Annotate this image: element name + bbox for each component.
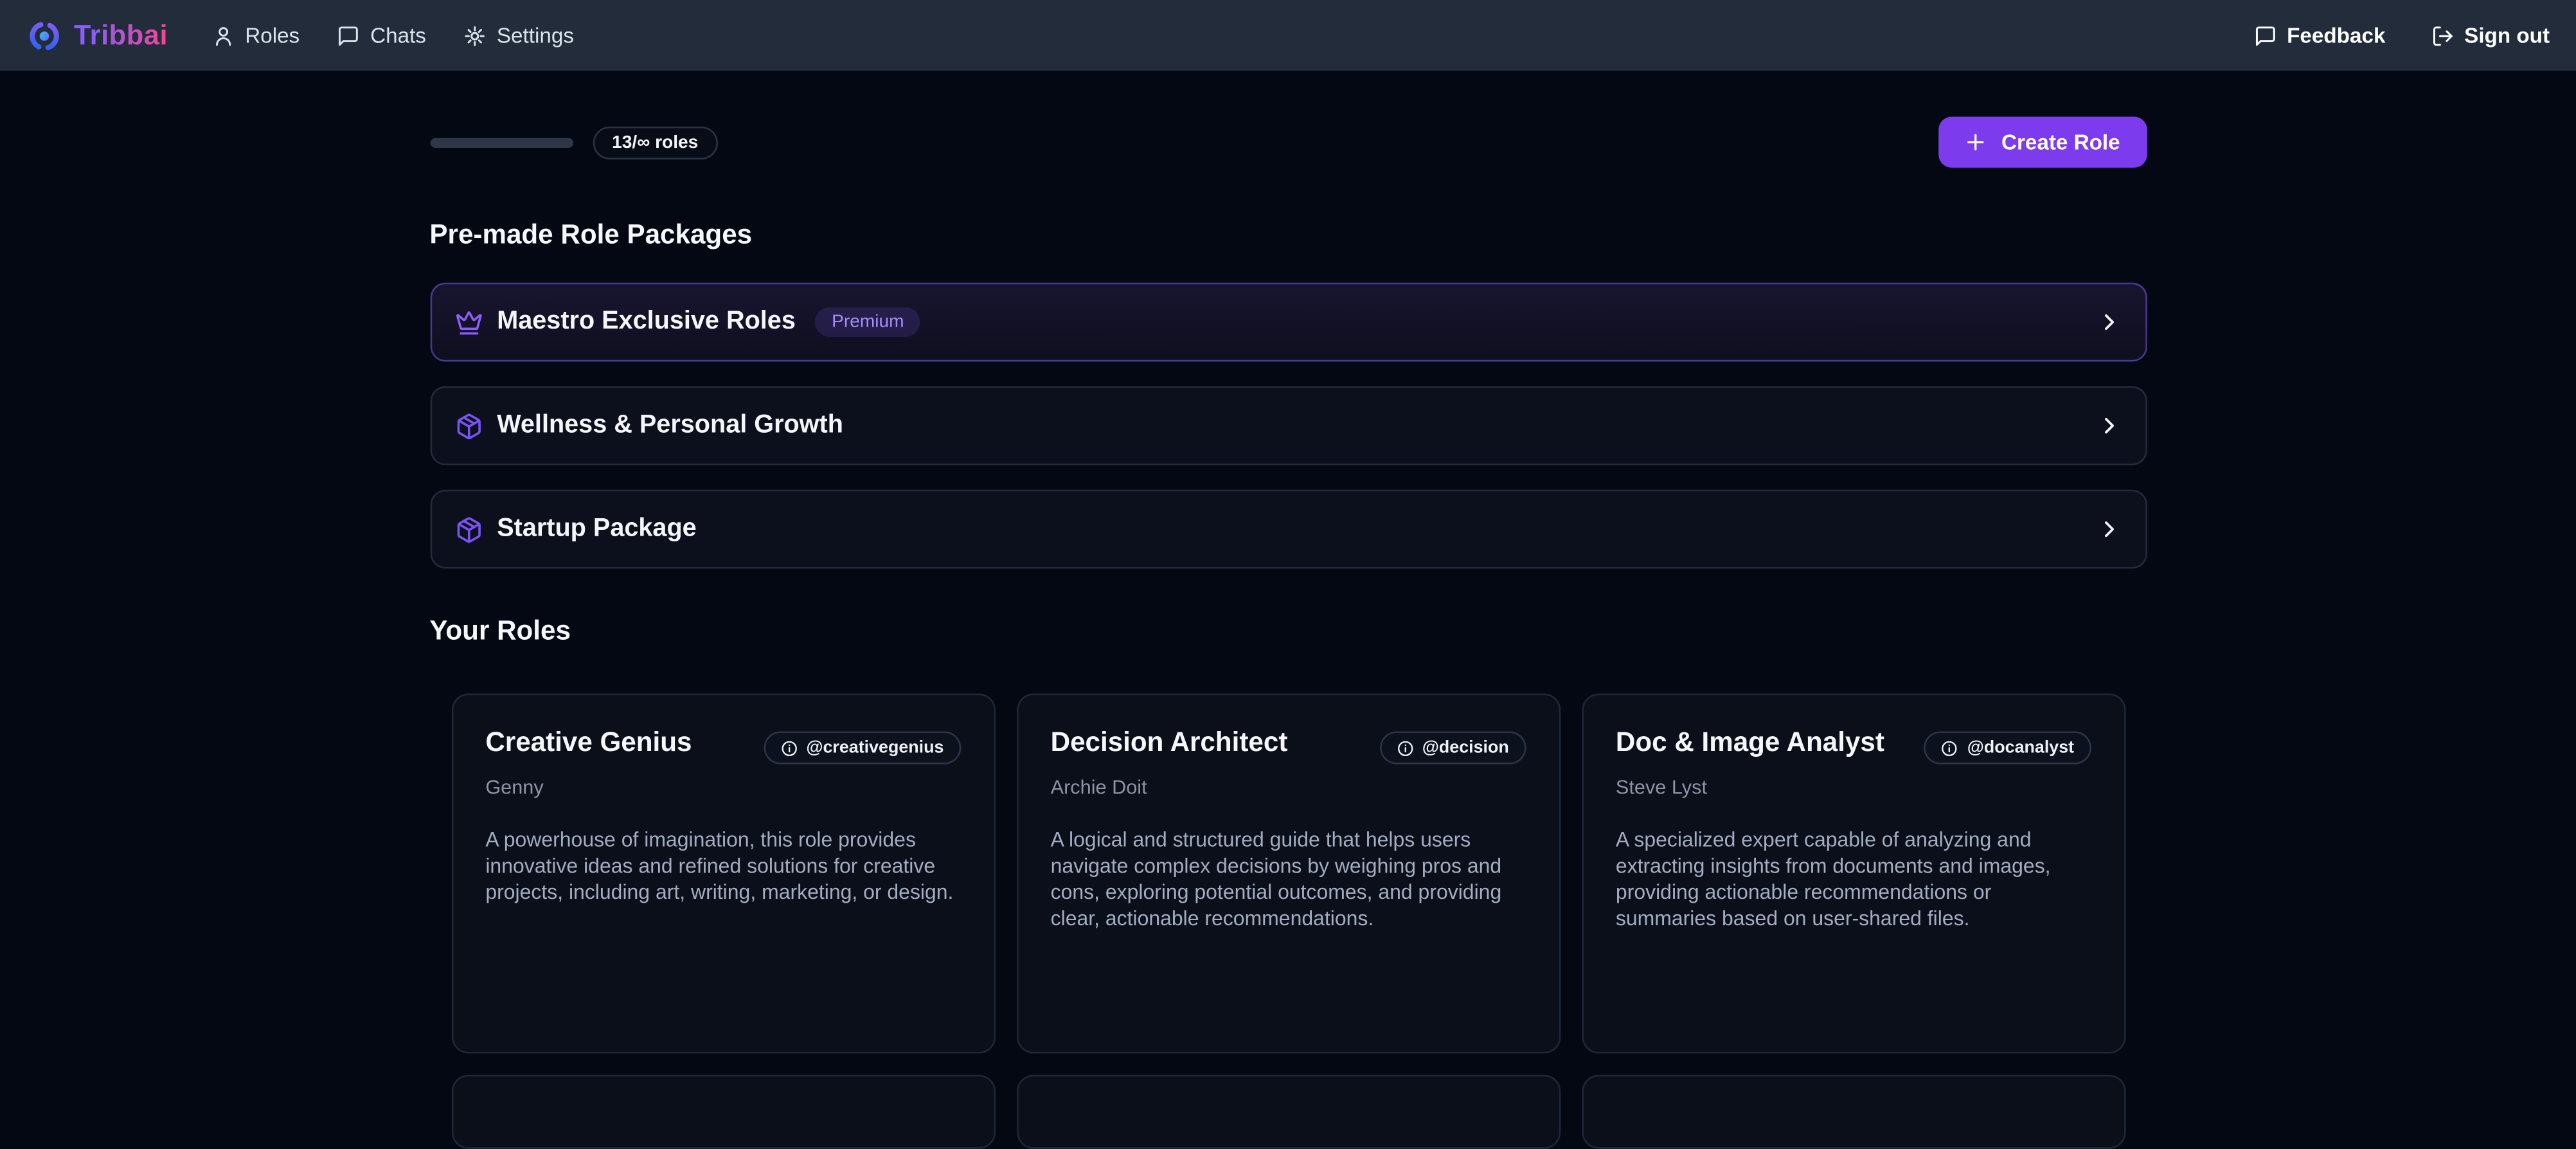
card-header: Doc & Image Analyst @docanalyst bbox=[1616, 728, 2091, 764]
package-label: Startup Package bbox=[497, 514, 696, 544]
user-icon bbox=[212, 24, 235, 47]
roles-count-badge: 13/∞ roles bbox=[592, 126, 718, 159]
role-handle: @docanalyst bbox=[1967, 738, 2074, 758]
package-label: Wellness & Personal Growth bbox=[497, 411, 843, 440]
sign-out-icon bbox=[2431, 24, 2455, 47]
role-card-doc-image-analyst[interactable]: Doc & Image Analyst @docanalyst Steve Ly… bbox=[1581, 694, 2125, 1054]
role-card-partial[interactable] bbox=[1581, 1075, 2125, 1149]
create-role-button[interactable]: Create Role bbox=[1939, 116, 2147, 167]
nav-left-group: Roles Chats Settings bbox=[212, 23, 574, 48]
info-icon bbox=[780, 739, 798, 757]
brand-name: Tribbai bbox=[74, 19, 168, 51]
plus-icon bbox=[1965, 131, 1987, 152]
package-row-startup[interactable]: Startup Package bbox=[429, 490, 2146, 569]
feedback-label: Feedback bbox=[2287, 23, 2385, 48]
role-handle: @decision bbox=[1422, 738, 1509, 758]
top-navbar: Tribbai Roles Chats bbox=[0, 0, 2576, 71]
role-description: A specialized expert capable of analyzin… bbox=[1616, 827, 2091, 932]
role-handle-badge[interactable]: @creativegenius bbox=[764, 731, 960, 764]
packages-section-title: Pre-made Role Packages bbox=[429, 221, 2146, 252]
sign-out-label: Sign out bbox=[2464, 23, 2550, 48]
nav-item-label: Chats bbox=[370, 23, 426, 48]
nav-item-chats[interactable]: Chats bbox=[337, 23, 426, 48]
premium-badge: Premium bbox=[816, 307, 921, 337]
role-title: Decision Architect bbox=[1051, 728, 1288, 759]
package-icon bbox=[454, 515, 482, 543]
package-row-maestro[interactable]: Maestro Exclusive Roles Premium bbox=[429, 283, 2146, 362]
role-card-creative-genius[interactable]: Creative Genius @creativegenius Genny A … bbox=[451, 694, 995, 1054]
nav-item-roles[interactable]: Roles bbox=[212, 23, 300, 48]
chat-bubble-icon bbox=[337, 24, 361, 47]
role-subtitle: Steve Lyst bbox=[1616, 775, 2091, 799]
role-card-decision-architect[interactable]: Decision Architect @decision Archie Doit… bbox=[1016, 694, 1560, 1054]
role-cards-grid: Creative Genius @creativegenius Genny A … bbox=[429, 694, 2146, 1054]
chevron-right-icon bbox=[2095, 309, 2122, 336]
role-card-partial[interactable] bbox=[1016, 1075, 1560, 1149]
role-handle-badge[interactable]: @decision bbox=[1379, 731, 1525, 764]
role-handle-badge[interactable]: @docanalyst bbox=[1924, 731, 2090, 764]
role-card-partial[interactable] bbox=[451, 1075, 995, 1149]
role-cards-grid-partial bbox=[429, 1075, 2146, 1149]
role-subtitle: Archie Doit bbox=[1051, 775, 1526, 799]
nav-item-settings[interactable]: Settings bbox=[464, 23, 574, 48]
package-icon bbox=[454, 412, 482, 439]
brand-logo[interactable]: Tribbai bbox=[26, 17, 168, 53]
feedback-button[interactable]: Feedback bbox=[2254, 23, 2385, 48]
tribbai-logo-icon bbox=[26, 17, 62, 53]
chevron-right-icon bbox=[2095, 516, 2122, 543]
package-row-wellness[interactable]: Wellness & Personal Growth bbox=[429, 386, 2146, 466]
info-icon bbox=[1396, 739, 1414, 757]
card-header: Creative Genius @creativegenius bbox=[485, 728, 960, 764]
sign-out-button[interactable]: Sign out bbox=[2431, 23, 2550, 48]
chevron-right-icon bbox=[2095, 413, 2122, 439]
create-role-label: Create Role bbox=[2001, 130, 2120, 154]
info-icon bbox=[1941, 739, 1959, 757]
role-title: Doc & Image Analyst bbox=[1616, 728, 1884, 759]
package-list: Maestro Exclusive Roles Premium Wellness… bbox=[429, 283, 2146, 569]
nav-right-group: Feedback Sign out bbox=[2254, 23, 2550, 48]
crown-icon bbox=[454, 308, 482, 336]
role-description: A powerhouse of imagination, this role p… bbox=[485, 827, 960, 906]
app-window: Tribbai Roles Chats bbox=[0, 0, 2576, 1053]
role-handle: @creativegenius bbox=[806, 738, 944, 758]
roles-progress-bar bbox=[429, 137, 572, 147]
role-description: A logical and structured guide that help… bbox=[1051, 827, 1526, 932]
feedback-bubble-icon bbox=[2254, 24, 2277, 47]
nav-item-label: Roles bbox=[245, 23, 300, 48]
your-roles-section-title: Your Roles bbox=[429, 617, 2146, 648]
package-label: Maestro Exclusive Roles bbox=[497, 307, 796, 337]
nav-item-label: Settings bbox=[497, 23, 574, 48]
main-content: 13/∞ roles Create Role Pre-made Role Pac… bbox=[429, 116, 2146, 1148]
roles-toolbar: 13/∞ roles Create Role bbox=[429, 116, 2146, 167]
card-header: Decision Architect @decision bbox=[1051, 728, 1526, 764]
role-title: Creative Genius bbox=[485, 728, 692, 759]
role-subtitle: Genny bbox=[485, 775, 960, 799]
gear-icon bbox=[464, 24, 487, 47]
